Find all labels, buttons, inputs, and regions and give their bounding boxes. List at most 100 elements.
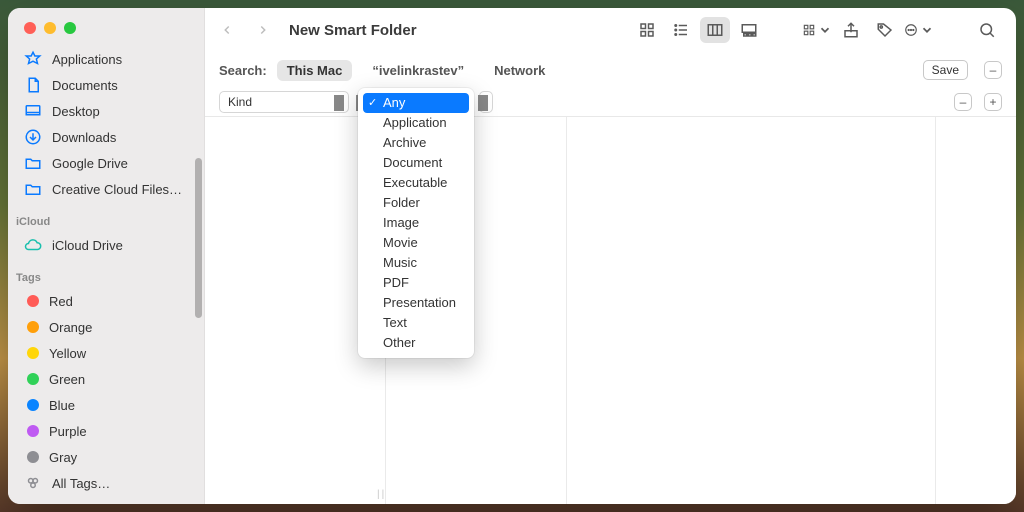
tag-color-dot — [27, 295, 39, 307]
dropdown-item[interactable]: Document — [363, 153, 469, 173]
down-icon — [24, 128, 42, 146]
search-button[interactable] — [972, 17, 1002, 43]
sidebar-item[interactable]: Creative Cloud Files… — [16, 176, 196, 202]
back-button[interactable] — [213, 16, 241, 44]
main-pane: New Smart Folder Search: This Mac “iveli… — [205, 8, 1016, 504]
sidebar-item-label: Orange — [49, 320, 92, 335]
view-gallery-button[interactable] — [734, 17, 764, 43]
view-columns-button[interactable] — [700, 17, 730, 43]
sidebar-all-tags[interactable]: All Tags… — [16, 470, 196, 496]
dropdown-item[interactable]: PDF — [363, 273, 469, 293]
dropdown-item[interactable]: Music — [363, 253, 469, 273]
search-scope-bar: Search: This Mac “ivelinkrastev” Network… — [205, 53, 1016, 87]
minimize-window-button[interactable] — [44, 22, 56, 34]
sidebar-item-label: Green — [49, 372, 85, 387]
apps-icon — [24, 50, 42, 68]
column-resize-handle[interactable]: || — [377, 489, 386, 500]
dropdown-item[interactable]: Executable — [363, 173, 469, 193]
scope-user-home[interactable]: “ivelinkrastev” — [362, 60, 474, 81]
sidebar-tag-item[interactable]: Red — [16, 288, 196, 314]
sidebar-scrollbar[interactable] — [195, 158, 202, 318]
sidebar-tags: Red Orange Yellow Green Blue Purple Gray — [8, 288, 204, 470]
view-icons-button[interactable] — [632, 17, 662, 43]
column-3[interactable] — [567, 117, 935, 504]
dropdown-item[interactable]: Image — [363, 213, 469, 233]
sidebar-item-label: Applications — [52, 52, 122, 67]
dropdown-item[interactable]: Presentation — [363, 293, 469, 313]
view-list-button[interactable] — [666, 17, 696, 43]
column-4[interactable] — [936, 117, 1016, 504]
sidebar-item-label: Documents — [52, 78, 118, 93]
desktop-icon — [24, 102, 42, 120]
sidebar-item[interactable]: Google Drive — [16, 150, 196, 176]
sidebar-item-icloud-drive[interactable]: iCloud Drive — [16, 232, 196, 258]
window-title: New Smart Folder — [289, 22, 417, 39]
folder-icon — [24, 154, 42, 172]
toolbar: New Smart Folder — [205, 8, 1016, 53]
folder-icon — [24, 180, 42, 198]
zoom-window-button[interactable] — [64, 22, 76, 34]
criteria-attribute-select[interactable]: Kind ▴▾ — [219, 91, 349, 113]
window-controls — [8, 18, 204, 46]
dropdown-item[interactable]: Application — [363, 113, 469, 133]
sidebar-item-label: Desktop — [52, 104, 100, 119]
sidebar-section-tags: Tags — [8, 258, 204, 288]
remove-search-button[interactable]: – — [984, 61, 1002, 79]
chevron-updown-icon: ▴▾ — [484, 95, 488, 109]
sidebar-item[interactable]: Documents — [16, 72, 196, 98]
sidebar-item-label: iCloud Drive — [52, 238, 123, 253]
share-button[interactable] — [836, 17, 866, 43]
sidebar-tag-item[interactable]: Gray — [16, 444, 196, 470]
sidebar-item[interactable]: Downloads — [16, 124, 196, 150]
tag-color-dot — [27, 399, 39, 411]
sidebar-tag-item[interactable]: Purple — [16, 418, 196, 444]
tag-color-dot — [27, 321, 39, 333]
dropdown-item[interactable]: Any — [363, 93, 469, 113]
scope-this-mac[interactable]: This Mac — [277, 60, 353, 81]
tag-color-dot — [27, 425, 39, 437]
action-menu-button[interactable] — [904, 17, 934, 43]
dropdown-item[interactable]: Archive — [363, 133, 469, 153]
dropdown-item[interactable]: Other — [363, 333, 469, 353]
criteria-row: Kind ▴▾ ▴▾ ▴▾ – + — [205, 87, 1016, 117]
search-label: Search: — [219, 63, 267, 78]
sidebar-tag-item[interactable]: Yellow — [16, 340, 196, 366]
view-switcher — [632, 17, 764, 43]
tag-color-dot — [27, 451, 39, 463]
group-by-button[interactable] — [802, 17, 832, 43]
sidebar-item[interactable]: Desktop — [16, 98, 196, 124]
results-columns: || — [205, 117, 1016, 504]
dropdown-item[interactable]: Folder — [363, 193, 469, 213]
remove-criteria-button[interactable]: – — [954, 93, 972, 111]
sidebar-item-label: Blue — [49, 398, 75, 413]
tag-color-dot — [27, 347, 39, 359]
kind-dropdown-menu[interactable]: AnyApplicationArchiveDocumentExecutableF… — [358, 88, 474, 358]
close-window-button[interactable] — [24, 22, 36, 34]
sidebar-favorites: Applications Documents Desktop Downloads… — [8, 46, 204, 202]
criteria-value-select[interactable]: ▴▾ — [479, 91, 493, 113]
scope-network[interactable]: Network — [484, 60, 555, 81]
tags-button[interactable] — [870, 17, 900, 43]
sidebar-tag-item[interactable]: Orange — [16, 314, 196, 340]
sidebar-item-label: Purple — [49, 424, 87, 439]
sidebar-item[interactable]: Applications — [16, 46, 196, 72]
finder-window: Applications Documents Desktop Downloads… — [8, 8, 1016, 504]
sidebar-tag-item[interactable]: Blue — [16, 392, 196, 418]
sidebar: Applications Documents Desktop Downloads… — [8, 8, 205, 504]
dropdown-item[interactable]: Text — [363, 313, 469, 333]
sidebar-item-label: All Tags… — [52, 476, 110, 491]
sidebar-item-label: Downloads — [52, 130, 116, 145]
chevron-updown-icon: ▴▾ — [340, 95, 344, 109]
criteria-attribute-value: Kind — [228, 95, 252, 109]
cloud-icon — [24, 236, 42, 254]
dropdown-item[interactable]: Movie — [363, 233, 469, 253]
save-search-button[interactable]: Save — [923, 60, 968, 80]
all-tags-icon — [24, 474, 42, 492]
add-criteria-button[interactable]: + — [984, 93, 1002, 111]
tag-color-dot — [27, 373, 39, 385]
forward-button[interactable] — [249, 16, 277, 44]
sidebar-item-label: Gray — [49, 450, 77, 465]
sidebar-item-label: Creative Cloud Files… — [52, 182, 182, 197]
sidebar-icloud: iCloud Drive — [8, 232, 204, 258]
sidebar-tag-item[interactable]: Green — [16, 366, 196, 392]
